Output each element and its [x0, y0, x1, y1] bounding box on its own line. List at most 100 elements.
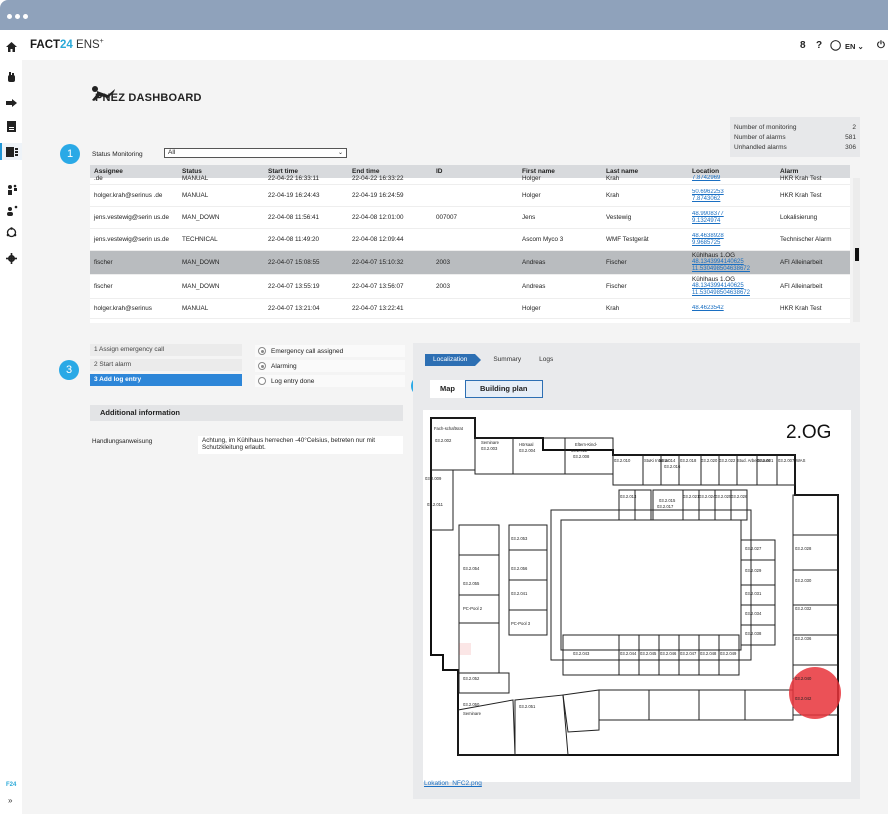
cell-status: MAN_DOWN: [182, 214, 220, 221]
location-link[interactable]: 50.6962253: [692, 189, 776, 196]
alarm-person-icon[interactable]: [5, 204, 18, 217]
table-row[interactable]: jens.vestewig@serin us.de TECHNICAL 22-04-…: [90, 229, 850, 251]
location-cell: 50.6962253 7.8743062: [688, 189, 776, 203]
cell-alarm: AFI Alleinarbeit: [780, 259, 823, 266]
language-select[interactable]: EN ⌄: [845, 42, 864, 51]
brand-logo[interactable]: FACT24 ENS+: [30, 38, 104, 51]
cell-assignee: holger.krah@serinus .de: [94, 192, 163, 199]
radio-checked-icon: [258, 347, 266, 355]
cell-last: WMF Testgerät: [606, 236, 649, 243]
settings-icon[interactable]: [5, 252, 18, 265]
language-label: EN: [845, 42, 856, 51]
shield-icon[interactable]: ◯: [830, 40, 841, 51]
workflow-status: Emergency call assigned Alarming Log ent…: [255, 345, 405, 390]
step-assign[interactable]: 1 Assign emergency call: [90, 344, 242, 356]
table-row[interactable]: .de MANUAL 22-04-22 16:33:11 22-04-22 16:33…: [90, 172, 850, 185]
view-building-plan[interactable]: Building plan: [465, 380, 543, 398]
user-icon[interactable]: 8: [800, 40, 806, 51]
stat-alarms: Number of alarms 581: [730, 132, 860, 142]
power-icon[interactable]: ⏻: [877, 40, 885, 51]
table-row[interactable]: jens.vestewig@serin us.de MAN_DOWN 22-04-0…: [90, 207, 850, 229]
room-label: Seminare: [463, 711, 482, 716]
cell-end: 22-04-08 12:09:44: [352, 236, 404, 243]
window-zoom-dot[interactable]: [23, 14, 28, 19]
location-link[interactable]: 48.1343994140625: [692, 259, 776, 266]
cell-assignee: jens.vestewig@serin us.de: [94, 236, 169, 243]
location-link[interactable]: 11.530498504638672: [692, 266, 776, 273]
room-label: 03.2.011: [427, 502, 444, 507]
window-close-dot[interactable]: [7, 14, 12, 19]
cell-alarm: HKR Krah Test: [780, 305, 822, 312]
room-label: 03.2.029: [745, 568, 762, 573]
room-label: PC-Pool 2: [463, 606, 483, 611]
room-label: 03.2.050: [463, 702, 480, 707]
cell-start: 22-04-08 11:49:20: [268, 236, 319, 243]
table-row[interactable]: fischer MAN_DOWN 22-04-07 15:08:55 22-04-07…: [90, 251, 850, 275]
document-icon[interactable]: [5, 120, 18, 133]
status-label: Log entry done: [271, 377, 315, 385]
location-link[interactable]: 48.4623542: [692, 305, 776, 312]
step-start-alarm[interactable]: 2 Start alarm: [90, 359, 242, 371]
expand-sidebar-icon[interactable]: »: [8, 796, 12, 805]
location-cell: Kühlhaus 1.OG 48.1343994140625 11.53049850…: [688, 276, 776, 297]
table-row[interactable]: fischer MAN_DOWN 22-04-07 13:55:19 22-04-07…: [90, 275, 850, 299]
room-label: Eltern-Kind-: [575, 442, 598, 447]
floor-plan-drawing: 2.OG Fach-schaftsrat03.2.002 Seminare03.2…: [425, 417, 841, 756]
location-link[interactable]: 48.4638928: [692, 233, 776, 240]
status-filter-select[interactable]: All ⌄: [164, 148, 347, 158]
room-label: 03.2.004: [519, 448, 536, 453]
table-row[interactable]: holger.krah@serinus MANUAL 22-04-07 13:21:…: [90, 299, 850, 319]
f24-logo: F24: [6, 782, 17, 788]
location-link[interactable]: 48.1343994140625: [692, 283, 776, 290]
home-icon[interactable]: [5, 40, 18, 53]
room-label: 03.2.002: [435, 438, 452, 443]
room-label: 03.2.027: [745, 546, 762, 551]
arrow-icon[interactable]: [5, 96, 18, 109]
room-label: 03.2.056: [511, 566, 528, 571]
room-label: 03.2.022: [719, 458, 736, 463]
location-link[interactable]: 9.9685725: [692, 240, 776, 247]
view-map[interactable]: Map: [430, 380, 465, 398]
tab-localization[interactable]: Localization: [425, 354, 482, 366]
location-link[interactable]: 7.8743062: [692, 196, 776, 203]
cell-end: 22-04-19 16:24:59: [352, 192, 404, 199]
instruction-value: Achtung, im Kühlhaus herrechen -40°Celsi…: [198, 436, 403, 454]
tab-logs[interactable]: Logs: [531, 354, 563, 366]
persons-icon[interactable]: [5, 183, 18, 196]
stat-unhandled: Unhandled alarms 306: [730, 142, 860, 152]
location-cell: 48.9908377 9.1324974: [688, 211, 776, 225]
marker-3: 3: [59, 360, 79, 380]
location-highlight: [789, 667, 841, 719]
room-label: 03.2.015: [659, 498, 676, 503]
location-link[interactable]: 9.1324974: [692, 218, 776, 225]
cell-last: Krah: [606, 305, 620, 312]
cycle-icon[interactable]: [5, 226, 18, 239]
room-label: 03.2.017: [657, 504, 674, 509]
plan-file-link[interactable]: Lokation_NFC2.png: [424, 780, 482, 787]
room-label: WAS: [796, 458, 806, 463]
window-minimize-dot[interactable]: [15, 14, 20, 19]
location-cell: Kühlhaus 1.OG 48.1343994140625 11.53049850…: [688, 252, 776, 273]
cell-alarm: Lokalisierung: [780, 214, 818, 221]
cell-first: Holger: [522, 174, 541, 182]
location-link[interactable]: 11.530498504638672: [692, 290, 776, 297]
floor-plan[interactable]: 2.OG Fach-schaftsrat 03.2.002 Seminare 03.2…: [423, 410, 851, 782]
cell-start: 22-04-22 16:33:11: [268, 174, 319, 182]
cell-end: 22-04-22 16:33:22: [352, 174, 404, 182]
room-label: 03.2.030: [795, 578, 812, 583]
table-row[interactable]: holger.krah@serinus .de MANUAL 22-04-19 16…: [90, 185, 850, 207]
step-add-log[interactable]: 3 Add log entry: [90, 374, 242, 386]
room-label: 03.2.031: [745, 591, 762, 596]
room-label: 03.2.054: [463, 566, 480, 571]
dashboard-icon[interactable]: [0, 143, 22, 160]
table-scroll-thumb[interactable]: [855, 248, 859, 261]
hand-icon[interactable]: [5, 71, 18, 84]
room-label: Fach-schaftsrat: [434, 426, 464, 431]
help-icon[interactable]: ?: [816, 40, 822, 51]
location-link[interactable]: 48.9908377: [692, 211, 776, 218]
cell-alarm: Technischer Alarm: [780, 236, 832, 243]
location-link[interactable]: 7.8742969: [692, 175, 776, 182]
room-label: 03.2.007: [778, 458, 795, 463]
room-label: Hörsaal: [519, 442, 533, 447]
tab-summary[interactable]: Summary: [485, 354, 531, 366]
